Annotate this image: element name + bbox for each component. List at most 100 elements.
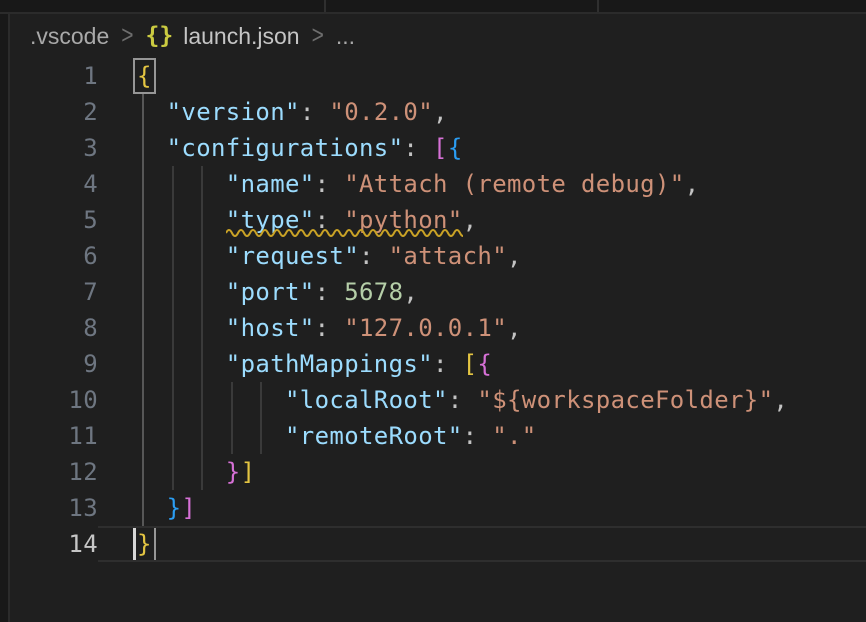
line-number[interactable]: 12 bbox=[10, 454, 98, 490]
line-number[interactable]: 13 bbox=[10, 490, 98, 526]
line-number[interactable]: 1 bbox=[10, 58, 98, 94]
code-token-punct: : bbox=[315, 206, 345, 234]
indent-guide bbox=[142, 202, 144, 238]
indent-guide bbox=[231, 418, 233, 454]
indent-guide bbox=[142, 130, 144, 166]
code-token-bracket1: [ bbox=[463, 350, 478, 378]
editor-region: .vscode > {} launch.json > ... 1{2 "vers… bbox=[0, 14, 866, 622]
code-line[interactable]: 13 }] bbox=[10, 490, 866, 526]
indent-guide bbox=[201, 346, 203, 382]
breadcrumb-item-file[interactable]: {} launch.json bbox=[146, 23, 300, 50]
editor-left-margin bbox=[0, 14, 8, 622]
code-token-key: "localRoot" bbox=[285, 386, 448, 414]
code-line[interactable]: 5 "type": "python", bbox=[10, 202, 866, 238]
line-number[interactable]: 4 bbox=[10, 166, 98, 202]
code-token-key: "type" bbox=[226, 206, 315, 234]
code-line[interactable]: 7 "port": 5678, bbox=[10, 274, 866, 310]
code-token-bracket2: [ bbox=[433, 134, 448, 162]
code-text: "name": "Attach (remote debug)", bbox=[137, 170, 699, 198]
code-token-punct: : bbox=[300, 98, 330, 126]
code-token-punct: : bbox=[448, 386, 478, 414]
indent-guide bbox=[142, 274, 144, 310]
indent-guide bbox=[142, 310, 144, 346]
code-line[interactable]: 2 "version": "0.2.0", bbox=[10, 94, 866, 130]
line-content[interactable]: "port": 5678, bbox=[98, 274, 866, 310]
code-line[interactable]: 6 "request": "attach", bbox=[10, 238, 866, 274]
line-content[interactable]: "host": "127.0.0.1", bbox=[98, 310, 866, 346]
code-token-string: "${workspaceFolder}" bbox=[477, 386, 773, 414]
code-line[interactable]: 11 "remoteRoot": "." bbox=[10, 418, 866, 454]
code-token-bracket3: } bbox=[167, 494, 182, 522]
code-token-string: "0.2.0" bbox=[329, 98, 433, 126]
code-line[interactable]: 14} bbox=[10, 526, 866, 562]
line-content[interactable]: "type": "python", bbox=[98, 202, 866, 238]
code-area[interactable]: 1{2 "version": "0.2.0",3 "configurations… bbox=[10, 58, 866, 622]
line-content[interactable]: "remoteRoot": "." bbox=[98, 418, 866, 454]
line-content[interactable]: "pathMappings": [{ bbox=[98, 346, 866, 382]
code-token-bracket3: { bbox=[448, 134, 463, 162]
chevron-right-icon: > bbox=[312, 21, 324, 51]
code-text: "version": "0.2.0", bbox=[137, 98, 448, 126]
line-number[interactable]: 14 bbox=[10, 526, 98, 562]
line-content[interactable]: }] bbox=[98, 454, 866, 490]
line-number[interactable]: 11 bbox=[10, 418, 98, 454]
breadcrumb-item-symbol[interactable]: ... bbox=[336, 23, 355, 50]
line-number[interactable]: 3 bbox=[10, 130, 98, 166]
editor-group: .vscode > {} launch.json > ... 1{2 "vers… bbox=[10, 14, 866, 622]
line-content[interactable]: } bbox=[98, 526, 866, 562]
code-line[interactable]: 4 "name": "Attach (remote debug)", bbox=[10, 166, 866, 202]
code-line[interactable]: 3 "configurations": [{ bbox=[10, 130, 866, 166]
code-token-number: 5678 bbox=[344, 278, 403, 306]
code-token-bracket1: ] bbox=[241, 458, 256, 486]
code-token-key: "pathMappings" bbox=[226, 350, 433, 378]
line-content[interactable]: "localRoot": "${workspaceFolder}", bbox=[98, 382, 866, 418]
indent-guide bbox=[142, 454, 144, 490]
code-token-key: "request" bbox=[226, 242, 359, 270]
indent-guide bbox=[142, 238, 144, 274]
code-line[interactable]: 10 "localRoot": "${workspaceFolder}", bbox=[10, 382, 866, 418]
code-token-string: "attach" bbox=[389, 242, 507, 270]
indent-guide bbox=[260, 382, 262, 418]
line-number[interactable]: 8 bbox=[10, 310, 98, 346]
line-number[interactable]: 5 bbox=[10, 202, 98, 238]
line-content[interactable]: "name": "Attach (remote debug)", bbox=[98, 166, 866, 202]
line-content[interactable]: "version": "0.2.0", bbox=[98, 94, 866, 130]
tab-bar[interactable] bbox=[0, 0, 866, 12]
line-content[interactable]: "request": "attach", bbox=[98, 238, 866, 274]
line-number[interactable]: 7 bbox=[10, 274, 98, 310]
line-number[interactable]: 6 bbox=[10, 238, 98, 274]
code-line[interactable]: 8 "host": "127.0.0.1", bbox=[10, 310, 866, 346]
code-token-key: "host" bbox=[226, 314, 315, 342]
code-text: "remoteRoot": "." bbox=[137, 422, 537, 450]
indent-guide bbox=[201, 238, 203, 274]
code-line[interactable]: 12 }] bbox=[10, 454, 866, 490]
code-token-punct: : bbox=[433, 350, 463, 378]
line-content[interactable]: }] bbox=[98, 490, 866, 526]
line-content[interactable]: "configurations": [{ bbox=[98, 130, 866, 166]
code-token-string: "python" bbox=[344, 206, 462, 234]
indent-guide bbox=[142, 166, 144, 202]
line-content[interactable]: { bbox=[98, 58, 866, 94]
code-token-key: "version" bbox=[167, 98, 300, 126]
vscode-window: .vscode > {} launch.json > ... 1{2 "vers… bbox=[0, 0, 866, 622]
code-token-punct: , bbox=[433, 98, 448, 126]
line-number[interactable]: 9 bbox=[10, 346, 98, 382]
code-token-key: "name" bbox=[226, 170, 315, 198]
code-token-key: "port" bbox=[226, 278, 315, 306]
breadcrumb-item-folder[interactable]: .vscode bbox=[30, 23, 109, 50]
tab-separator bbox=[324, 0, 326, 12]
code-line[interactable]: 1{ bbox=[10, 58, 866, 94]
line-number[interactable]: 10 bbox=[10, 382, 98, 418]
code-token-punct: : bbox=[359, 242, 389, 270]
code-line[interactable]: 9 "pathMappings": [{ bbox=[10, 346, 866, 382]
text-cursor bbox=[133, 527, 136, 561]
code-token-punct: : bbox=[315, 170, 345, 198]
code-token-string: "127.0.0.1" bbox=[344, 314, 507, 342]
code-text: "request": "attach", bbox=[137, 242, 522, 270]
line-number[interactable]: 2 bbox=[10, 94, 98, 130]
code-token-bracket2: } bbox=[226, 458, 241, 486]
indent-guide bbox=[201, 310, 203, 346]
code-token-punct: , bbox=[773, 386, 788, 414]
indent-guide bbox=[142, 490, 144, 526]
bracket-match-box: } bbox=[133, 526, 156, 562]
